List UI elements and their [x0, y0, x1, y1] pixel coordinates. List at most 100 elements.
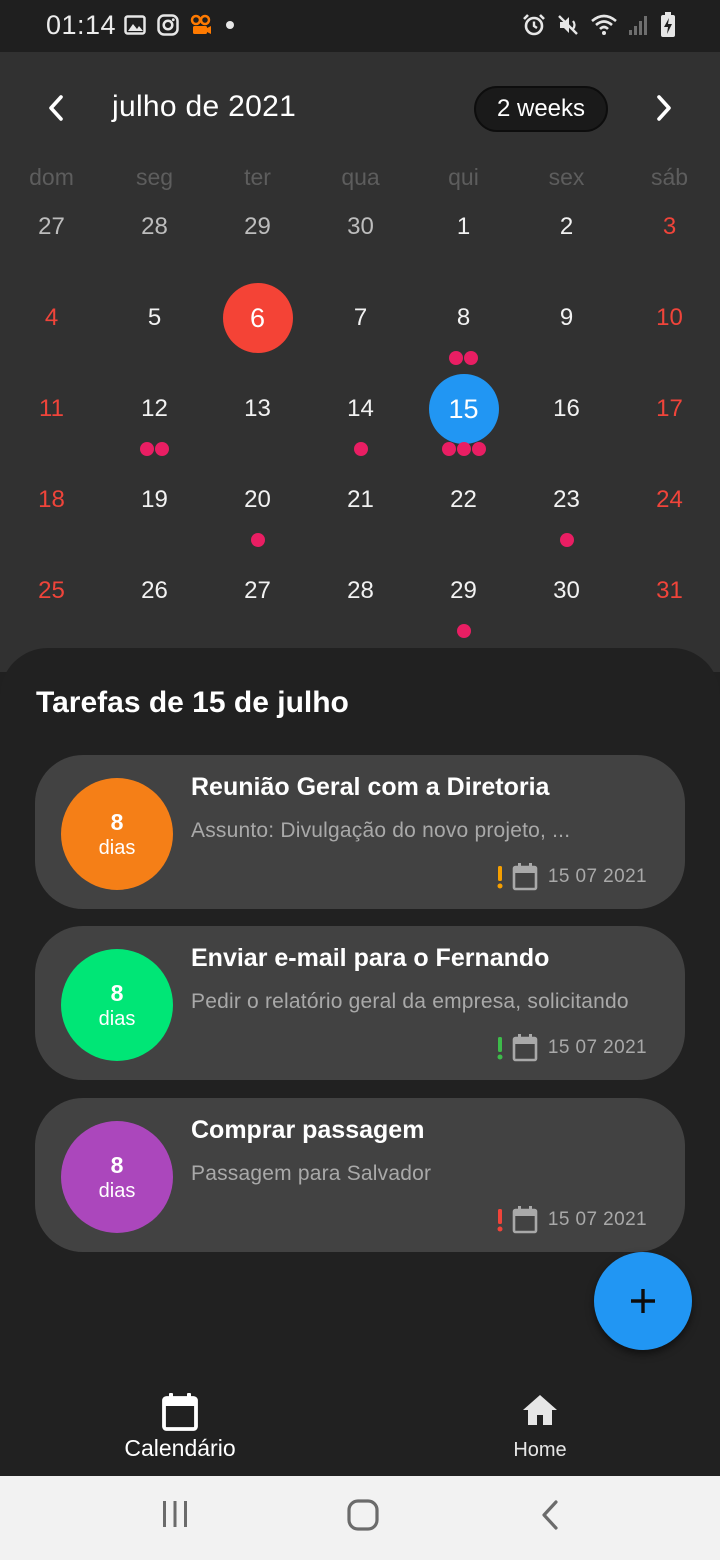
- calendar-day[interactable]: 29: [206, 192, 309, 283]
- nav-calendar[interactable]: Calendário: [0, 1378, 360, 1476]
- recents-button[interactable]: [160, 1498, 190, 1535]
- day-number: 26: [141, 577, 168, 604]
- days-unit: dias: [98, 836, 136, 859]
- back-button[interactable]: [538, 1498, 562, 1537]
- weekday-label: seg: [135, 164, 174, 190]
- calendar-day[interactable]: 30: [515, 556, 618, 647]
- calendar-day[interactable]: 22: [412, 465, 515, 556]
- calendar-day[interactable]: 13: [206, 374, 309, 465]
- system-navigation-bar: [0, 1476, 720, 1560]
- calendar-day[interactable]: 11: [0, 374, 103, 465]
- calendar-day[interactable]: 30: [309, 192, 412, 283]
- calendar-day[interactable]: 24: [618, 465, 720, 556]
- event-marker: [140, 442, 154, 456]
- day-number: 27: [244, 577, 271, 604]
- day-number: 13: [244, 395, 271, 422]
- task-meta: 15 07 2021: [496, 1206, 647, 1234]
- previous-month-button[interactable]: [38, 90, 74, 126]
- calendar-day[interactable]: 16: [515, 374, 618, 465]
- day-number: 29: [244, 213, 271, 240]
- day-number: 6: [222, 283, 293, 353]
- nav-home[interactable]: Home: [360, 1378, 720, 1476]
- day-number: 18: [38, 486, 65, 513]
- event-marker: [449, 351, 463, 365]
- day-number: 12: [141, 395, 168, 422]
- calendar-day[interactable]: 20: [206, 465, 309, 556]
- days-unit: dias: [98, 1179, 136, 1202]
- day-number: 20: [244, 486, 271, 513]
- event-marker: [353, 442, 368, 456]
- calendar-day[interactable]: 4: [0, 283, 103, 374]
- calendar-day[interactable]: 8: [412, 283, 515, 374]
- calendar-day[interactable]: 28: [103, 192, 206, 283]
- task-meta: 15 07 2021: [496, 1034, 647, 1062]
- event-marker: [471, 442, 486, 456]
- days-count: 8: [110, 808, 124, 835]
- priority-icon: [497, 866, 503, 889]
- calendar-day[interactable]: 31: [618, 556, 720, 647]
- plus-icon: [631, 1289, 655, 1313]
- calendar-day[interactable]: 12: [103, 374, 206, 465]
- task-description: Pedir o relatório geral da empresa, soli…: [191, 990, 629, 1013]
- calendar-day[interactable]: 27: [206, 556, 309, 647]
- calendar-day[interactable]: 3: [618, 192, 720, 283]
- day-number: 21: [347, 486, 374, 513]
- day-number: 22: [450, 486, 477, 513]
- status-bar: 01:14: [0, 0, 720, 52]
- calendar-day[interactable]: 9: [515, 283, 618, 374]
- day-number: 28: [141, 213, 168, 240]
- event-markers: [412, 624, 515, 638]
- day-number: 23: [553, 486, 580, 513]
- calendar-day[interactable]: 18: [0, 465, 103, 556]
- back-icon: [542, 1500, 558, 1530]
- weekday-label: dom: [29, 164, 74, 190]
- calendar-day-today[interactable]: 6: [206, 283, 309, 374]
- calendar-day[interactable]: 7: [309, 283, 412, 374]
- task-card[interactable]: 8 dias Comprar passagem Passagem para Sa…: [35, 1098, 685, 1252]
- add-task-button[interactable]: [594, 1252, 692, 1350]
- calendar-day[interactable]: 27: [0, 192, 103, 283]
- calendar-icon: [512, 1034, 538, 1062]
- app-screen: 01:14 julho de 2021 2 weeks dom seg ter …: [0, 0, 720, 1560]
- calendar-day[interactable]: 5: [103, 283, 206, 374]
- task-date: 15 07 2021: [547, 1037, 647, 1058]
- calendar-day[interactable]: 29: [412, 556, 515, 647]
- calendar-day[interactable]: 14: [309, 374, 412, 465]
- task-card[interactable]: 8 dias Reunião Geral com a Diretoria Ass…: [35, 755, 685, 909]
- event-markers: [412, 351, 515, 365]
- calendar-day[interactable]: 28: [309, 556, 412, 647]
- task-date: 15 07 2021: [547, 1209, 647, 1230]
- event-markers: [206, 533, 309, 547]
- home-button[interactable]: [346, 1498, 380, 1537]
- days-count: 8: [110, 1151, 124, 1178]
- calendar-day[interactable]: 21: [309, 465, 412, 556]
- calendar-day[interactable]: 1: [412, 192, 515, 283]
- day-number: 11: [39, 395, 64, 422]
- tasks-heading: Tarefas de 15 de julho: [36, 686, 349, 719]
- task-title: Enviar e-mail para o Fernando: [191, 944, 550, 972]
- bottom-navigation: Calendário Home: [0, 1378, 720, 1476]
- calendar-format-button[interactable]: 2 weeks: [474, 86, 608, 132]
- day-number: 16: [553, 395, 580, 422]
- day-number: 10: [656, 304, 683, 331]
- days-count-badge: 8 dias: [61, 1121, 173, 1233]
- day-number: 3: [662, 213, 677, 240]
- calendar-day[interactable]: 25: [0, 556, 103, 647]
- event-marker: [456, 442, 471, 456]
- calendar-day[interactable]: 2: [515, 192, 618, 283]
- calendar-day[interactable]: 19: [103, 465, 206, 556]
- event-marker: [456, 624, 471, 638]
- weekday-label: sáb: [650, 164, 689, 190]
- task-card[interactable]: 8 dias Enviar e-mail para o Fernando Ped…: [35, 926, 685, 1080]
- calendar-day-selected[interactable]: 15: [412, 374, 515, 465]
- notification-app-icon: [190, 14, 211, 34]
- calendar-day[interactable]: 26: [103, 556, 206, 647]
- calendar-day[interactable]: 17: [618, 374, 720, 465]
- next-month-button[interactable]: [646, 90, 682, 126]
- status-time: 01:14: [46, 10, 117, 40]
- day-number: 28: [347, 577, 374, 604]
- month-title: julho de 2021: [112, 90, 297, 123]
- calendar-day[interactable]: 10: [618, 283, 720, 374]
- weekday-label: qui: [448, 164, 479, 190]
- calendar-day[interactable]: 23: [515, 465, 618, 556]
